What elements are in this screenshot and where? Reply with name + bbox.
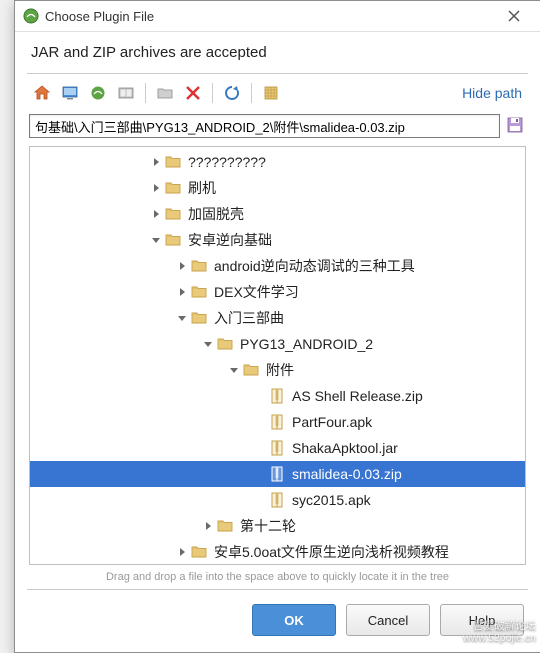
tree-row[interactable]: ShakaApktool.jar: [30, 435, 525, 461]
new-folder-button[interactable]: [152, 80, 178, 106]
tree-row[interactable]: 附件: [30, 357, 525, 383]
tree-item-label: android逆向动态调试的三种工具: [212, 256, 415, 276]
folder-icon: [164, 205, 182, 223]
toolbar-separator: [145, 83, 146, 103]
archive-icon: [268, 465, 286, 483]
folder-icon: [190, 257, 208, 275]
tree-item-label: 第十二轮: [238, 516, 296, 536]
tree-row[interactable]: PartFour.apk: [30, 409, 525, 435]
app-icon: [23, 8, 39, 24]
dialog-subtitle: JAR and ZIP archives are accepted: [15, 32, 540, 73]
archive-icon: [268, 439, 286, 457]
tree-item-label: syc2015.apk: [290, 492, 371, 508]
toolbar-separator: [251, 83, 252, 103]
tree-row[interactable]: 安卓逆向基础: [30, 227, 525, 253]
folder-icon: [242, 361, 260, 379]
save-icon: [506, 116, 524, 134]
tree-row[interactable]: DEX文件学习: [30, 279, 525, 305]
desktop-icon: [61, 84, 79, 102]
tree-item-label: 安卓逆向基础: [186, 230, 272, 250]
tree-item-label: PYG13_ANDROID_2: [238, 336, 373, 352]
chevron-right-icon[interactable]: [148, 183, 164, 193]
tree-row[interactable]: smalidea-0.03.zip: [30, 461, 525, 487]
refresh-icon: [223, 84, 241, 102]
window-close-button[interactable]: [492, 2, 536, 30]
chevron-right-icon[interactable]: [148, 157, 164, 167]
archive-icon: [268, 413, 286, 431]
desktop-button[interactable]: [57, 80, 83, 106]
tree-row[interactable]: 刷机: [30, 175, 525, 201]
tree-item-label: 入门三部曲: [212, 308, 284, 328]
help-button[interactable]: Help: [440, 604, 524, 636]
folder-icon: [190, 309, 208, 327]
hide-path-link[interactable]: Hide path: [462, 85, 526, 101]
archive-icon: [268, 491, 286, 509]
show-hidden-icon: [262, 84, 280, 102]
project-button[interactable]: [85, 80, 111, 106]
ok-button[interactable]: OK: [252, 604, 336, 636]
history-button[interactable]: [506, 116, 526, 136]
tree-row[interactable]: AS Shell Release.zip: [30, 383, 525, 409]
tree-row[interactable]: 加固脱壳: [30, 201, 525, 227]
chevron-down-icon[interactable]: [174, 313, 190, 323]
titlebar: Choose Plugin File: [15, 1, 540, 32]
chevron-right-icon[interactable]: [200, 521, 216, 531]
path-row: [15, 112, 540, 146]
refresh-button[interactable]: [219, 80, 245, 106]
file-tree[interactable]: ?????????? 刷机加固脱壳安卓逆向基础 android逆向动态调试的三种工具…: [29, 146, 526, 565]
show-hidden-button[interactable]: [258, 80, 284, 106]
tree-item-label: ShakaApktool.jar: [290, 440, 398, 456]
close-icon: [508, 10, 520, 22]
module-icon: [117, 84, 135, 102]
button-bar: OK Cancel Help: [15, 590, 540, 652]
tree-row[interactable]: PYG13_ANDROID_2: [30, 331, 525, 357]
tree-item-label: 刷机: [186, 178, 216, 198]
chevron-down-icon[interactable]: [148, 235, 164, 245]
chevron-right-icon[interactable]: [174, 287, 190, 297]
archive-icon: [268, 387, 286, 405]
tree-item-label: 安卓5.0oat文件原生逆向浅析视频教程: [212, 542, 449, 562]
tree-item-label: 附件: [264, 360, 294, 380]
tree-row[interactable]: 第十二轮: [30, 513, 525, 539]
chevron-down-icon[interactable]: [200, 339, 216, 349]
tree-item-label: AS Shell Release.zip: [290, 388, 423, 404]
chevron-right-icon[interactable]: [174, 547, 190, 557]
tree-row[interactable]: ??????????: [30, 149, 525, 175]
tree-item-label: DEX文件学习: [212, 282, 299, 302]
drag-hint: Drag and drop a file into the space abov…: [15, 565, 540, 587]
cancel-button[interactable]: Cancel: [346, 604, 430, 636]
tree-row[interactable]: syc2015.apk: [30, 487, 525, 513]
folder-icon: [216, 517, 234, 535]
tree-row[interactable]: android逆向动态调试的三种工具: [30, 253, 525, 279]
tree-item-label: smalidea-0.03.zip: [290, 466, 402, 482]
tree-item-label: 加固脱壳: [186, 204, 244, 224]
chevron-right-icon[interactable]: [174, 261, 190, 271]
folder-icon: [164, 153, 182, 171]
folder-icon: [164, 179, 182, 197]
home-icon: [33, 84, 51, 102]
toolbar: Hide path: [15, 74, 540, 112]
delete-icon: [185, 85, 201, 101]
new-folder-icon: [156, 84, 174, 102]
home-button[interactable]: [29, 80, 55, 106]
tree-row[interactable]: 入门三部曲: [30, 305, 525, 331]
toolbar-separator: [212, 83, 213, 103]
chevron-down-icon[interactable]: [226, 365, 242, 375]
chevron-right-icon[interactable]: [148, 209, 164, 219]
tree-row[interactable]: 安卓5.0oat文件原生逆向浅析视频教程: [30, 539, 525, 565]
folder-icon: [164, 231, 182, 249]
tree-item-label: PartFour.apk: [290, 414, 372, 430]
project-icon: [89, 84, 107, 102]
folder-icon: [190, 543, 208, 561]
folder-icon: [216, 335, 234, 353]
path-input[interactable]: [29, 114, 500, 138]
module-button[interactable]: [113, 80, 139, 106]
file-chooser-dialog: Choose Plugin File JAR and ZIP archives …: [14, 0, 540, 653]
tree-item-label: ??????????: [186, 154, 266, 170]
window-title: Choose Plugin File: [45, 9, 492, 24]
delete-button[interactable]: [180, 80, 206, 106]
folder-icon: [190, 283, 208, 301]
